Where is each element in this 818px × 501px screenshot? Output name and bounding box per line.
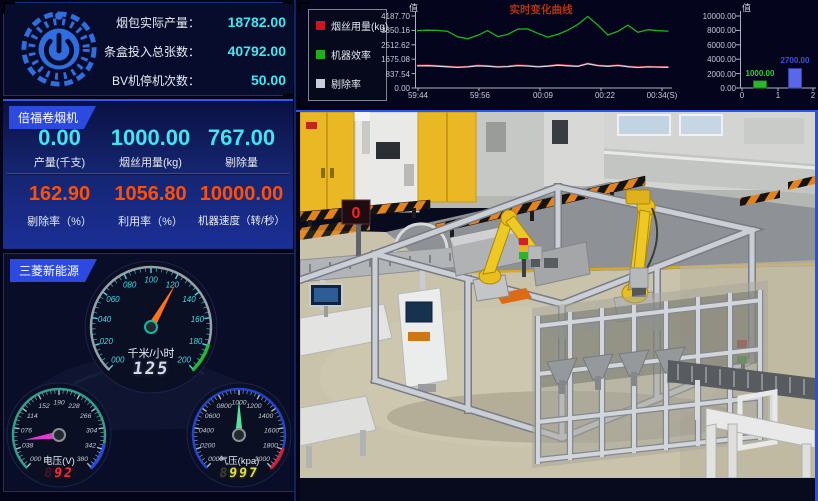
svg-text:190: 190 — [53, 400, 65, 407]
svg-text:038: 038 — [22, 443, 34, 450]
svg-text:114: 114 — [27, 413, 38, 420]
metric-label: 剔除量 — [193, 154, 290, 170]
metric-value: 1056.80 — [102, 183, 199, 206]
pressure-gauge-value: 8997 — [198, 466, 280, 481]
charts-strip: 烟丝用量(kg) 机器效率 剔除率 值 实时变化曲线 4187.70 3350.… — [296, 0, 818, 112]
svg-text:1800: 1800 — [263, 443, 278, 450]
stat-label: 条盒投入总张数： — [102, 43, 200, 60]
x-tick: 00:09 — [521, 91, 565, 100]
metric-value: 0.00 — [11, 125, 108, 151]
x-tick: 00:22 — [583, 91, 627, 100]
svg-text:0200: 0200 — [200, 443, 215, 450]
svg-text:060: 060 — [106, 295, 120, 304]
svg-text:266: 266 — [79, 413, 92, 420]
svg-text:140: 140 — [182, 295, 196, 304]
stat-row: 烟包实际产量： 18782.00 — [102, 13, 286, 31]
x-tick: 59:56 — [458, 91, 502, 100]
metric-label: 产量(千支) — [11, 154, 108, 170]
svg-text:120: 120 — [166, 281, 180, 290]
stat-label: 烟包实际产量： — [102, 14, 200, 31]
svg-text:1400: 1400 — [258, 413, 273, 420]
stat-label: BV机停机次数： — [102, 72, 200, 89]
metric-value: 767.00 — [193, 125, 290, 151]
scene-bottom-strip — [300, 478, 815, 501]
speed-gauge-value: 125 — [100, 359, 203, 379]
corner-bracket — [3, 2, 15, 14]
metric-value: 10000.00 — [193, 183, 290, 206]
bar-chart-panel: 值 10000.00 8000.00 6000.00 4000.00 2000.… — [690, 0, 818, 110]
metric-value: 162.90 — [11, 183, 108, 206]
metric-value: 1000.00 — [102, 125, 199, 151]
factory-scene-svg: 0 — [300, 112, 815, 501]
metric-label: 利用率（%） — [102, 213, 199, 229]
svg-text:152: 152 — [38, 403, 50, 410]
svg-text:304: 304 — [86, 427, 98, 434]
counter-digit: 0 — [352, 205, 361, 222]
counter-display: 0 — [342, 200, 370, 224]
svg-text:1200: 1200 — [246, 403, 261, 410]
svg-text:076: 076 — [21, 427, 33, 434]
svg-text:100: 100 — [144, 276, 158, 285]
svg-text:342: 342 — [85, 443, 97, 450]
metric-label: 烟丝用量(kg) — [102, 154, 199, 170]
voltage-gauge-value: 892 — [18, 466, 100, 481]
x-tick: 00:34(S) — [640, 91, 684, 100]
x-tick: 59:44 — [396, 91, 440, 100]
svg-text:080: 080 — [123, 281, 137, 290]
svg-text:1600: 1600 — [264, 427, 279, 434]
metric-label: 机器速度（转/秒） — [193, 213, 290, 228]
stat-value: 50.00 — [200, 72, 286, 88]
machine-metrics-panel: 倍福卷烟机 0.00 1000.00 767.00 产量(千支) 烟丝用量(kg… — [3, 99, 293, 249]
divider — [7, 173, 289, 174]
stat-row: 条盒投入总张数： 40792.00 — [102, 42, 286, 60]
stat-row: BV机停机次数： 50.00 — [102, 71, 286, 89]
svg-text:0800: 0800 — [216, 403, 231, 410]
svg-text:0600: 0600 — [205, 413, 220, 420]
voltage-gauge-unit: 电压(V) — [19, 453, 99, 467]
production-stats-panel: 烟包实际产量： 18782.00 条盒投入总张数： 40792.00 BV机停机… — [3, 2, 295, 96]
svg-text:160: 160 — [191, 315, 205, 324]
stat-value: 18782.00 — [200, 14, 286, 30]
svg-text:228: 228 — [67, 403, 80, 410]
x-tick: 2 — [791, 91, 818, 100]
svg-text:040: 040 — [98, 315, 112, 324]
svg-text:0400: 0400 — [199, 427, 214, 434]
factory-3d-view[interactable]: 0 — [300, 112, 818, 501]
stat-value: 40792.00 — [200, 43, 286, 59]
bar-value-label: 1000.00 — [736, 69, 784, 78]
power-gear-logo-icon — [20, 9, 98, 89]
pressure-gauge-unit: 气压(kpa) — [199, 453, 279, 467]
bar-value-label: 2700.00 — [771, 56, 818, 65]
vehicle-gauge-panel: 三菱新能源 0000200400600801001201401601802000… — [3, 253, 295, 492]
metric-label: 剔除率（%） — [11, 213, 108, 229]
